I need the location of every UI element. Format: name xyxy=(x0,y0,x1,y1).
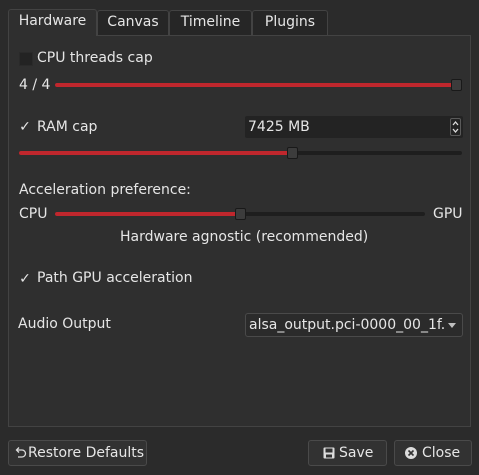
hardware-settings-panel: CPU threads cap 4 / 4 ✓ RAM cap 7425 MB … xyxy=(8,35,471,427)
tab-timeline[interactable]: Timeline xyxy=(169,10,252,35)
spin-down-icon[interactable] xyxy=(452,127,459,134)
ram-cap-checkbox[interactable]: ✓ xyxy=(18,120,32,134)
path-gpu-acceleration-label: Path GPU acceleration xyxy=(37,270,193,286)
save-icon xyxy=(323,447,335,459)
ram-cap-value[interactable]: 7425 MB xyxy=(248,119,310,135)
cpu-threads-readout: 4 / 4 xyxy=(19,77,51,93)
cpu-threads-slider-fill xyxy=(55,83,457,87)
audio-output-selected: alsa_output.pci-0000_00_1f. xyxy=(249,317,446,333)
audio-output-dropdown[interactable]: alsa_output.pci-0000_00_1f. xyxy=(245,313,463,337)
ram-cap-label: RAM cap xyxy=(37,119,98,135)
chevron-down-icon xyxy=(448,323,456,328)
ram-cap-slider[interactable] xyxy=(19,145,462,161)
acceleration-slider-handle[interactable] xyxy=(235,208,246,220)
tab-canvas[interactable]: Canvas xyxy=(97,10,169,35)
ram-cap-spin-arrows xyxy=(450,118,461,136)
close-button[interactable]: Close xyxy=(394,440,472,466)
cpu-threads-slider[interactable] xyxy=(55,77,462,93)
ram-cap-slider-handle[interactable] xyxy=(287,147,298,159)
save-button[interactable]: Save xyxy=(308,440,387,466)
ram-cap-spinbox[interactable]: 7425 MB xyxy=(245,116,463,138)
spin-up-icon[interactable] xyxy=(452,120,459,127)
restore-defaults-label: Restore Defaults xyxy=(28,445,145,461)
close-label: Close xyxy=(422,445,461,461)
path-gpu-acceleration-checkbox[interactable]: ✓ xyxy=(18,272,32,286)
save-label: Save xyxy=(339,445,374,461)
acceleration-preference-heading: Acceleration preference: xyxy=(19,182,191,198)
tab-plugins[interactable]: Plugins xyxy=(252,10,328,35)
acceleration-caption: Hardware agnostic (recommended) xyxy=(120,229,369,245)
close-circle-icon xyxy=(405,447,417,459)
cpu-threads-cap-label: CPU threads cap xyxy=(37,50,153,66)
acceleration-cpu-label: CPU xyxy=(19,206,48,222)
audio-output-label: Audio Output xyxy=(18,316,111,332)
cpu-threads-slider-handle[interactable] xyxy=(451,79,462,91)
acceleration-preference-slider[interactable] xyxy=(55,206,425,222)
cpu-threads-cap-checkbox[interactable] xyxy=(19,52,33,66)
ram-cap-slider-fill xyxy=(19,151,293,155)
acceleration-gpu-label: GPU xyxy=(433,206,463,222)
tab-hardware[interactable]: Hardware xyxy=(8,9,97,36)
restore-defaults-button[interactable]: Restore Defaults xyxy=(8,440,147,466)
acceleration-slider-fill xyxy=(55,212,241,216)
undo-icon xyxy=(15,447,27,458)
